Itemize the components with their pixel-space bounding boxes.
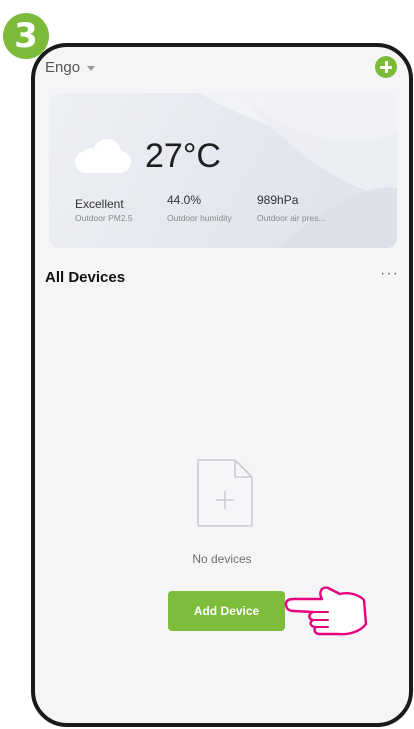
stat-label: Outdoor PM2.5	[75, 213, 133, 223]
cloud-icon	[75, 139, 131, 173]
empty-document-icon	[197, 459, 253, 527]
weather-card: 27°C Excellent Outdoor PM2.5 44.0% Outdo…	[49, 93, 397, 248]
stat-air-pressure: 989hPa Outdoor air pres...	[257, 193, 326, 223]
home-selector[interactable]: Engo	[45, 59, 96, 76]
stat-label: Outdoor humidity	[167, 213, 232, 223]
add-device-button[interactable]: Add Device	[168, 591, 285, 631]
pointing-hand-icon	[284, 586, 368, 636]
all-devices-title: All Devices	[45, 269, 126, 286]
stat-humidity: 44.0% Outdoor humidity	[167, 193, 232, 223]
stat-pm25: Excellent Outdoor PM2.5	[75, 197, 133, 223]
caret-down-icon	[87, 65, 96, 71]
plus-circle-icon[interactable]	[375, 56, 397, 78]
temperature-value: 27°C	[145, 137, 221, 175]
empty-state-text: No devices	[192, 552, 252, 566]
step-number-badge: 3	[3, 13, 49, 59]
stat-value: 989hPa	[257, 193, 299, 207]
stat-value: Excellent	[75, 197, 124, 211]
more-options-icon[interactable]: ···	[380, 265, 399, 283]
app-header: Engo	[35, 47, 409, 91]
stat-value: 44.0%	[167, 193, 202, 207]
home-name-label: Engo	[45, 59, 81, 76]
stat-label: Outdoor air pres...	[257, 213, 326, 223]
